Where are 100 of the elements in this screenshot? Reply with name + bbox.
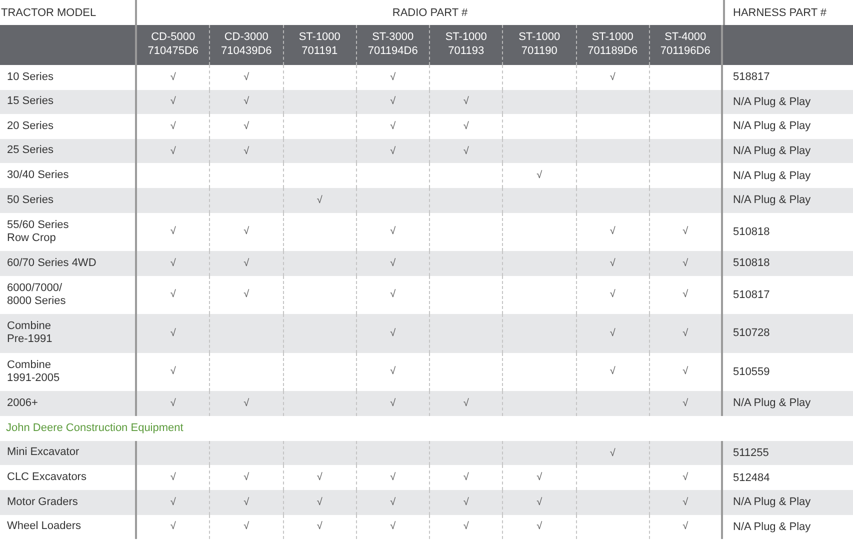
section-title: John Deere Construction Equipment — [6, 422, 184, 434]
check-mark: √ — [170, 258, 176, 269]
check-mark: √ — [244, 398, 250, 409]
table-cell: Combine Pre-1991 — [7, 320, 52, 347]
table-cell: 510728 — [733, 327, 770, 340]
check-mark: √ — [244, 96, 250, 108]
table-cell: 510817 — [733, 288, 770, 301]
check-mark: √ — [170, 226, 176, 238]
check-mark: √ — [463, 146, 469, 157]
table-cell: Motor Graders — [7, 496, 78, 509]
check-mark: √ — [170, 398, 176, 409]
check-mark: √ — [610, 226, 616, 238]
table-cell: 512484 — [733, 472, 770, 484]
check-mark: √ — [170, 72, 176, 83]
check-mark: √ — [390, 496, 396, 508]
table-cell: N/A Plug & Play — [733, 170, 811, 182]
check-mark: √ — [682, 226, 688, 238]
check-mark: √ — [316, 521, 322, 532]
table-cell: N/A Plug & Play — [733, 496, 811, 508]
table-cell: Combine 1991-2005 — [7, 358, 60, 386]
check-mark: √ — [170, 472, 176, 484]
check-mark: √ — [610, 448, 616, 459]
check-mark: √ — [610, 366, 616, 378]
table-cell: 15 Series — [7, 95, 54, 108]
check-mark: √ — [536, 170, 542, 182]
check-mark: √ — [244, 72, 250, 83]
check-mark: √ — [536, 496, 542, 508]
table-cell: N/A Plug & Play — [733, 96, 811, 108]
check-mark: √ — [390, 472, 396, 484]
table-cell: N/A Plug & Play — [733, 120, 811, 132]
table-cell: 30/40 Series — [7, 169, 69, 182]
check-mark: √ — [170, 496, 176, 508]
column-header: RADIO PART # — [391, 6, 469, 20]
column-header: ST-1000 701189D6 — [576, 25, 650, 65]
table-cell: 510559 — [733, 366, 770, 378]
table-cell: 60/70 Series 4WD — [7, 256, 96, 270]
table-cell: 518817 — [733, 71, 770, 84]
check-mark: √ — [390, 146, 396, 157]
check-mark: √ — [390, 398, 396, 409]
table-cell: Mini Excavator — [7, 446, 80, 460]
check-mark: √ — [170, 289, 176, 300]
check-mark: √ — [463, 398, 469, 409]
table-cell: 510818 — [733, 257, 770, 270]
check-mark: √ — [316, 496, 322, 508]
check-mark: √ — [390, 258, 396, 269]
check-mark: √ — [244, 146, 250, 157]
check-mark: √ — [170, 146, 176, 157]
check-mark: √ — [170, 328, 176, 339]
table-cell: CLC Excavators — [7, 471, 86, 484]
check-mark: √ — [536, 472, 542, 484]
check-mark: √ — [536, 521, 542, 532]
check-mark: √ — [463, 120, 469, 132]
check-mark: √ — [682, 398, 688, 409]
column-header: CD-3000 710439D6 — [210, 25, 284, 65]
check-mark: √ — [682, 366, 688, 378]
check-mark: √ — [390, 72, 396, 83]
check-mark: √ — [390, 96, 396, 108]
table-cell: 10 Series — [7, 70, 54, 84]
table-cell: 511255 — [733, 447, 769, 460]
check-mark: √ — [463, 521, 469, 532]
table-cell: 50 Series — [7, 194, 54, 207]
column-header: ST-1000 701191 — [284, 25, 357, 65]
check-mark: √ — [244, 521, 250, 532]
check-mark: √ — [610, 258, 616, 269]
column-header: ST-1000 701193 — [430, 25, 504, 65]
check-mark: √ — [463, 472, 469, 484]
check-mark: √ — [244, 226, 250, 238]
column-header: ST-3000 701194D6 — [356, 25, 430, 65]
check-mark: √ — [390, 120, 396, 132]
check-mark: √ — [170, 366, 176, 378]
column-header: ST-1000 701190 — [503, 25, 576, 65]
table-cell: N/A Plug & Play — [733, 145, 811, 158]
table-cell: N/A Plug & Play — [733, 194, 811, 206]
column-header: ST-4000 701196D6 — [650, 25, 723, 65]
table-cell: 510818 — [733, 226, 770, 238]
check-mark: √ — [682, 496, 688, 508]
check-mark: √ — [610, 72, 616, 83]
check-mark: √ — [316, 194, 322, 206]
check-mark: √ — [610, 328, 616, 339]
check-mark: √ — [244, 496, 250, 508]
table-cell: N/A Plug & Play — [733, 520, 811, 533]
table-cell: 55/60 Series Row Crop — [7, 218, 69, 245]
check-mark: √ — [244, 289, 250, 300]
column-header: CD-5000 710475D6 — [137, 25, 210, 65]
check-mark: √ — [463, 96, 469, 108]
check-mark: √ — [244, 258, 250, 269]
table-cell: Wheel Loaders — [7, 520, 81, 534]
check-mark: √ — [682, 521, 688, 532]
check-mark: √ — [244, 472, 250, 484]
check-mark: √ — [682, 289, 688, 300]
check-mark: √ — [170, 120, 176, 132]
check-mark: √ — [390, 226, 396, 238]
check-mark: √ — [244, 120, 250, 132]
table-cell: N/A Plug & Play — [733, 397, 811, 410]
table-cell: 2006+ — [7, 396, 38, 410]
check-mark: √ — [316, 472, 322, 484]
check-mark: √ — [390, 521, 396, 532]
check-mark: √ — [170, 96, 176, 108]
check-mark: √ — [682, 472, 688, 484]
table-cell: 25 Series — [7, 144, 54, 158]
